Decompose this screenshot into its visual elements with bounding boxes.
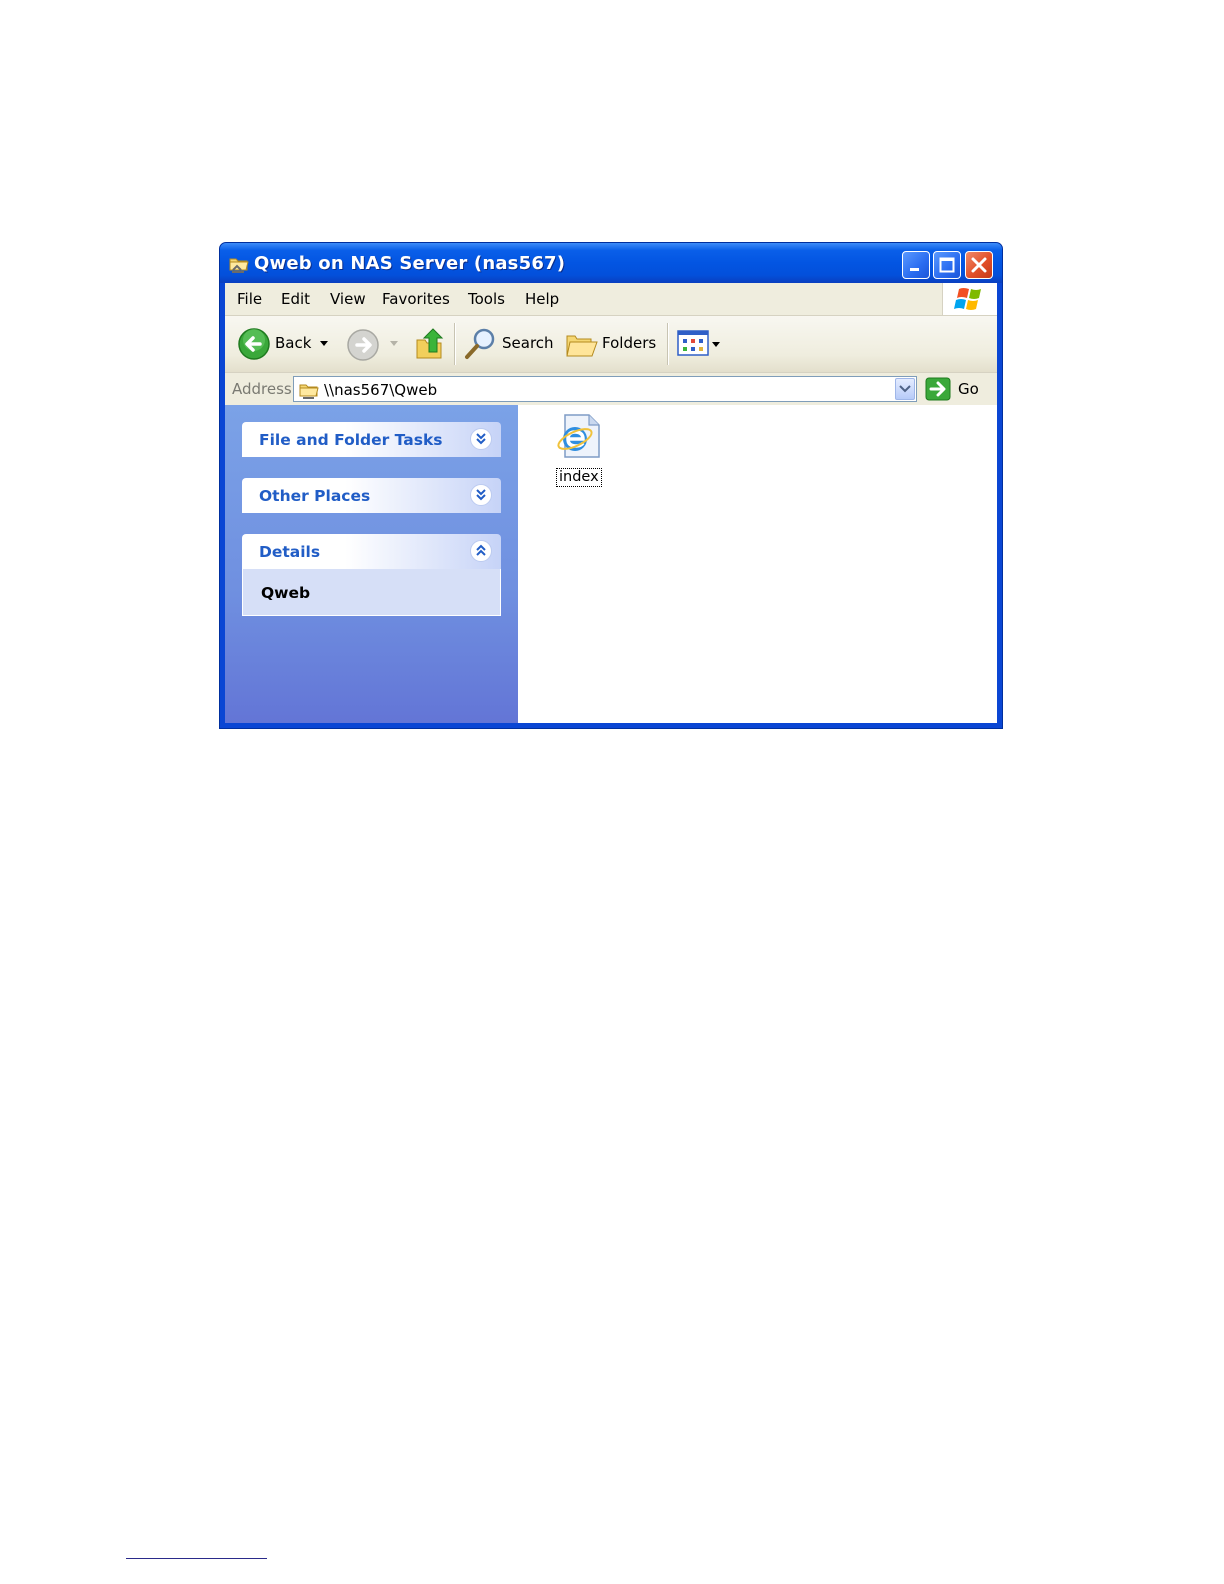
up-folder-icon bbox=[416, 328, 444, 359]
up-folder-button[interactable] bbox=[411, 316, 451, 372]
task-section-header[interactable]: Details bbox=[242, 534, 501, 569]
chevron-down-icon bbox=[899, 385, 911, 393]
forward-arrow-icon bbox=[347, 329, 379, 361]
windows-flag-icon bbox=[954, 288, 981, 310]
explorer-window: Qweb on NAS Server (nas567) File Edit Vi… bbox=[219, 242, 1003, 729]
back-button[interactable]: Back bbox=[235, 316, 335, 372]
expand-chevron-button[interactable] bbox=[470, 428, 492, 450]
menu-help[interactable]: Help bbox=[525, 290, 559, 308]
search-button[interactable]: Search bbox=[461, 316, 555, 372]
menu-bar: File Edit View Favorites Tools Help bbox=[225, 283, 997, 316]
task-section-other-places: Other Places bbox=[242, 478, 501, 513]
task-section-header[interactable]: File and Folder Tasks bbox=[242, 422, 501, 457]
file-item[interactable]: index bbox=[555, 413, 602, 487]
address-dropdown-button[interactable] bbox=[895, 378, 915, 400]
file-name: index bbox=[556, 468, 602, 487]
minimize-icon bbox=[910, 268, 919, 271]
double-chevron-down-icon bbox=[476, 433, 486, 445]
window-title: Qweb on NAS Server (nas567) bbox=[254, 253, 566, 274]
views-button[interactable] bbox=[675, 316, 727, 372]
address-input[interactable]: \\nas567\Qweb bbox=[293, 376, 917, 402]
maximize-button[interactable] bbox=[933, 251, 961, 279]
back-dropdown-icon[interactable] bbox=[319, 340, 329, 348]
task-section-header[interactable]: Other Places bbox=[242, 478, 501, 513]
go-arrow-icon bbox=[925, 377, 951, 401]
search-magnifier-icon bbox=[465, 328, 495, 359]
window-frame-bottom bbox=[220, 723, 1002, 728]
address-value: \\nas567\Qweb bbox=[324, 381, 438, 399]
network-folder-icon bbox=[299, 384, 319, 399]
expand-chevron-button[interactable] bbox=[470, 484, 492, 506]
menu-edit[interactable]: Edit bbox=[281, 290, 310, 308]
folders-button[interactable]: Folders bbox=[563, 316, 659, 372]
go-label[interactable]: Go bbox=[958, 380, 979, 398]
views-dropdown-icon bbox=[712, 342, 720, 347]
task-pane: File and Folder Tasks Other Places Detai… bbox=[225, 405, 518, 723]
address-label: Address bbox=[232, 380, 292, 398]
close-icon bbox=[971, 257, 987, 273]
windows-logo bbox=[942, 283, 997, 315]
minimize-button[interactable] bbox=[902, 251, 930, 279]
views-grid-icon bbox=[677, 330, 709, 356]
folders-label: Folders bbox=[602, 334, 657, 352]
footnote-separator bbox=[126, 1558, 267, 1559]
forward-dropdown-icon bbox=[390, 341, 398, 346]
task-section-title: Details bbox=[259, 543, 321, 561]
standard-toolbar: Back Search Folders bbox=[225, 316, 997, 373]
close-button[interactable] bbox=[965, 251, 993, 279]
search-label: Search bbox=[502, 334, 554, 352]
window-body: File Edit View Favorites Tools Help Back… bbox=[225, 283, 997, 723]
back-label: Back bbox=[275, 334, 312, 352]
address-bar: Address \\nas567\Qweb Go bbox=[225, 373, 997, 405]
network-folder-icon bbox=[229, 258, 249, 273]
back-arrow-icon bbox=[238, 328, 270, 360]
folders-icon bbox=[566, 335, 598, 357]
toolbar-separator bbox=[667, 323, 668, 365]
forward-button[interactable] bbox=[345, 316, 405, 372]
task-section-title: Other Places bbox=[259, 487, 371, 505]
menu-favorites[interactable]: Favorites bbox=[382, 290, 450, 308]
task-section-title: File and Folder Tasks bbox=[259, 431, 443, 449]
menu-tools[interactable]: Tools bbox=[468, 290, 505, 308]
go-button[interactable] bbox=[925, 377, 951, 401]
menu-view[interactable]: View bbox=[330, 290, 366, 308]
double-chevron-down-icon bbox=[476, 489, 486, 501]
internet-explorer-html-icon bbox=[557, 414, 600, 458]
collapse-chevron-button[interactable] bbox=[470, 540, 492, 562]
double-chevron-up-icon bbox=[476, 544, 486, 556]
task-section-details: Details Qweb bbox=[242, 534, 501, 616]
title-bar[interactable]: Qweb on NAS Server (nas567) bbox=[220, 243, 1002, 283]
explorer-content: File and Folder Tasks Other Places Detai… bbox=[225, 405, 997, 723]
toolbar-separator bbox=[454, 323, 455, 365]
task-section-file-folder-tasks: File and Folder Tasks bbox=[242, 422, 501, 457]
details-item-name: Qweb bbox=[261, 584, 311, 602]
maximize-icon bbox=[939, 257, 955, 273]
menu-file[interactable]: File bbox=[237, 290, 262, 308]
